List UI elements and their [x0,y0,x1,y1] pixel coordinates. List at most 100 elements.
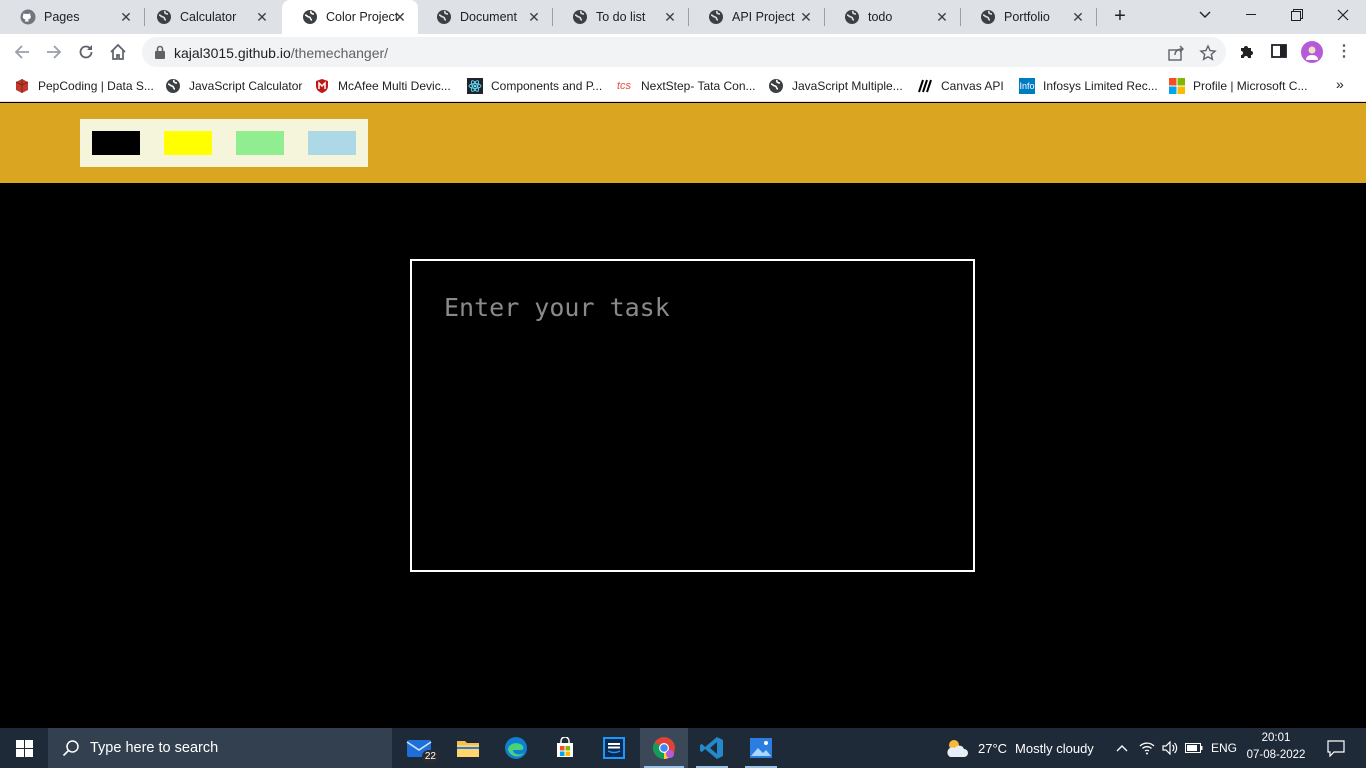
weather-condition: Mostly cloudy [1015,740,1094,756]
taskbar-search[interactable]: Type here to search [48,728,392,768]
task-input[interactable] [410,259,975,572]
tab-label: Calculator [180,10,237,24]
close-tab-icon[interactable]: ✕ [662,9,678,25]
taskbar-vscode[interactable] [688,728,736,768]
mail-badge: 22 [421,750,439,763]
more-bookmarks-icon[interactable]: » [1336,76,1344,92]
bookmark-infosys[interactable]: Info Infosys Limited Rec... [1019,76,1158,96]
taskbar-file-explorer[interactable] [444,728,492,768]
search-placeholder: Type here to search [90,740,219,756]
tab-separator [1096,8,1097,26]
tab-portfolio[interactable]: Portfolio ✕ [960,0,1096,34]
start-button[interactable] [0,728,48,768]
network-button[interactable] [1136,728,1158,768]
extensions-puzzle-icon[interactable] [1238,43,1256,61]
clock-time: 20:01 [1261,732,1291,744]
battery-button[interactable] [1183,728,1205,768]
tab-document[interactable]: Document ✕ [416,0,552,34]
language-indicator[interactable]: ENG [1208,728,1240,768]
tab-calculator[interactable]: Calculator ✕ [136,0,280,34]
bookmark-label: Infosys Limited Rec... [1043,79,1158,93]
pepcoding-icon [14,78,30,94]
tab-to-do-list[interactable]: To do list ✕ [552,0,688,34]
weather-widget[interactable]: 27°C Mostly cloudy [944,728,1094,768]
mcafee-icon [314,78,330,94]
swatch-yellow[interactable] [164,131,212,155]
tcs-icon: tcs [617,80,632,92]
new-tab-button[interactable]: + [1109,5,1131,29]
bookmark-microsoft[interactable]: Profile | Microsoft C... [1169,76,1307,96]
bookmark-label: JavaScript Multiple... [792,79,903,93]
chevron-down-icon [1199,11,1211,18]
tab-label: todo [868,10,893,24]
wifi-icon [1139,742,1155,755]
taskbar-mail[interactable]: 22 [396,728,444,768]
tab-label: To do list [596,10,646,24]
globe-icon [768,78,784,94]
infosys-icon: Info [1019,78,1035,94]
browser-toolbar: kajal3015.github.io/themechanger/ ⋮ [0,34,1366,70]
reload-button[interactable] [72,38,100,66]
close-tab-icon[interactable]: ✕ [526,9,542,25]
tab-color-project[interactable]: Color Project ✕ [282,0,418,34]
bookmark-pepcoding[interactable]: PepCoding | Data S... [14,76,154,96]
search-icon [62,740,79,757]
page-body [0,103,1366,728]
bookmark-components[interactable]: Components and P... [467,76,602,96]
restore-icon [1291,9,1303,21]
close-icon [1337,9,1349,21]
bookmark-canvas-api[interactable]: Canvas API [917,76,1004,96]
react-icon [467,78,483,94]
close-tab-icon[interactable]: ✕ [798,9,814,25]
bookmark-mcafee[interactable]: McAfee Multi Devic... [314,76,451,96]
profile-avatar[interactable] [1301,41,1323,63]
taskbar-photos[interactable] [737,728,785,768]
bookmark-javascript-multiple[interactable]: JavaScript Multiple... [768,76,903,96]
close-tab-icon[interactable]: ✕ [118,9,134,25]
close-tab-icon[interactable]: ✕ [392,9,408,25]
swatch-lightblue[interactable] [308,131,356,155]
taskbar-prime-video[interactable] [590,728,638,768]
tab-pages[interactable]: Pages ✕ [0,0,144,34]
language-text: ENG [1210,741,1237,755]
volume-button[interactable] [1159,728,1181,768]
swatch-black[interactable] [92,131,140,155]
battery-icon [1185,743,1203,753]
share-icon[interactable] [1167,44,1185,62]
taskbar-edge[interactable] [492,728,540,768]
taskbar-store[interactable] [541,728,589,768]
microsoft-icon [1169,78,1185,94]
taskbar-chrome[interactable] [640,728,688,768]
close-tab-icon[interactable]: ✕ [254,9,270,25]
theme-header [0,103,1366,183]
tab-todo[interactable]: todo ✕ [824,0,960,34]
close-window-button[interactable] [1320,0,1366,30]
forward-button[interactable] [40,38,68,66]
notification-center-button[interactable] [1318,728,1354,768]
address-bar[interactable]: kajal3015.github.io/themechanger/ [142,37,1226,67]
url-text: kajal3015.github.io/themechanger/ [174,45,388,61]
tab-api-project[interactable]: API Project ✕ [688,0,824,34]
home-icon [110,43,126,60]
globe-icon [436,9,452,25]
tab-search-button[interactable] [1182,0,1228,30]
swatch-lightgreen[interactable] [236,131,284,155]
close-tab-icon[interactable]: ✕ [934,9,950,25]
side-panel-icon[interactable] [1271,43,1289,61]
bookmark-label: JavaScript Calculator [189,79,303,93]
bookmark-nextstep-tata[interactable]: tcs NextStep- Tata Con... [617,76,756,96]
bookmark-label: Profile | Microsoft C... [1193,79,1308,93]
minimize-button[interactable] [1228,0,1274,30]
back-button[interactable] [8,38,36,66]
home-button[interactable] [104,38,132,66]
photos-icon [750,738,772,758]
bookmark-javascript-calculator[interactable]: JavaScript Calculator [165,76,302,96]
url-path: /themechanger/ [290,45,389,61]
system-clock[interactable]: 20:01 07-08-2022 [1240,730,1312,766]
bookmark-star-icon[interactable] [1199,44,1217,62]
close-tab-icon[interactable]: ✕ [1070,9,1086,25]
browser-menu-button[interactable]: ⋮ [1336,42,1352,62]
minimize-icon [1246,14,1256,15]
show-hidden-icons-button[interactable] [1112,728,1132,768]
restore-button[interactable] [1274,0,1320,30]
